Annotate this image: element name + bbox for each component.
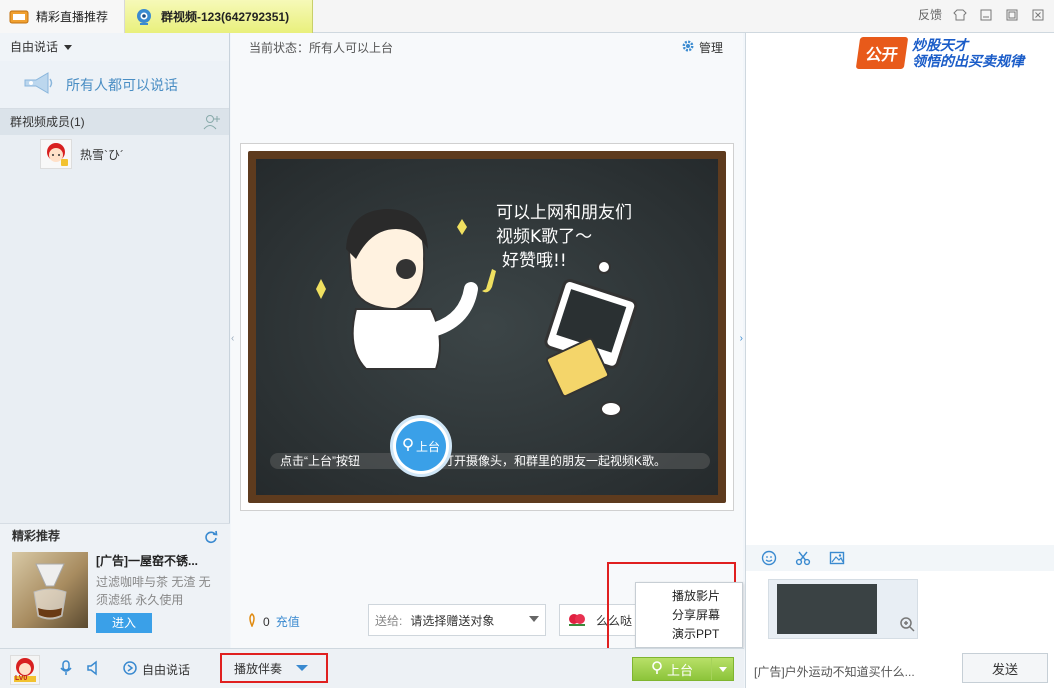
zoom-icon[interactable] xyxy=(899,616,915,635)
gift-to-label: 送给: xyxy=(375,612,402,629)
manage-button[interactable]: 管理 xyxy=(681,39,723,56)
member-name: 热雪`ひ´ xyxy=(80,146,124,163)
stage-button[interactable]: 上台 xyxy=(632,657,734,681)
flower-count: 0 xyxy=(263,615,270,629)
add-member-icon[interactable] xyxy=(203,113,221,131)
talk-mode-label: 自由说话 xyxy=(10,40,58,54)
member-item[interactable]: 热雪`ひ´ xyxy=(0,135,229,173)
live-recommend-icon xyxy=(8,8,30,26)
screenshot-thumbnail[interactable] xyxy=(768,579,918,639)
gift-recipient-value: 请选择赠送对象 xyxy=(410,612,494,629)
free-talk-button[interactable]: 自由说话 xyxy=(122,660,190,679)
manage-label: 管理 xyxy=(699,39,723,56)
image-icon[interactable] xyxy=(828,549,846,567)
recommend-section: 精彩推荐 [广告]一屋窑不锈... 过滤咖啡与茶 无渣 无须滤纸 永久使用 进入 xyxy=(0,523,230,648)
banner-line: 炒股天才 xyxy=(912,37,1024,53)
chalk-message: 可以上网和朋友们 视频K歌了～ 好赞哦!! xyxy=(496,201,632,273)
enter-button[interactable]: 进入 xyxy=(96,613,152,633)
video-stage: 当前状态：所有人可以上台 管理 ‹ › xyxy=(231,33,743,648)
close-icon[interactable] xyxy=(1030,7,1046,23)
free-talk-icon xyxy=(122,660,138,679)
menu-item-present-ppt[interactable]: 演示PPT xyxy=(636,625,742,644)
mic-icon xyxy=(402,438,414,455)
flower-icon xyxy=(247,613,257,630)
hint-text-pre: 点击“上台”按钮 xyxy=(270,452,360,469)
level-badge: LV0 xyxy=(15,675,27,682)
avatar xyxy=(40,139,72,169)
banner-line: 领悟的出买卖规律 xyxy=(912,53,1024,69)
chevron-down-icon xyxy=(529,616,539,622)
current-status: 当前状态：所有人可以上台 xyxy=(249,39,393,56)
tab-group-video[interactable]: 群视频-123(642792351) xyxy=(125,0,313,33)
recommend-header: 精彩推荐 xyxy=(0,524,230,548)
stock-ad-banner[interactable]: 公开 炒股天才 领悟的出买卖规律 xyxy=(858,35,1052,71)
stage-options-menu: 播放影片 分享屏幕 演示PPT xyxy=(635,582,743,648)
free-talk-status: 所有人都可以说话 xyxy=(0,61,229,109)
intro-board: 可以上网和朋友们 视频K歌了～ 好赞哦!! 点击“上台”按钮 ，打开摄像头，和群… xyxy=(240,143,734,511)
bottom-toolbar: LV0 自由说话 播放伴奏 上台 xyxy=(0,648,744,688)
send-button[interactable]: 发送 xyxy=(962,653,1048,683)
free-talk-text: 所有人都可以说话 xyxy=(66,75,178,95)
megaphone-icon xyxy=(22,70,56,99)
microphone-icon[interactable] xyxy=(58,660,74,676)
menu-item-share-screen[interactable]: 分享屏幕 xyxy=(636,606,742,625)
chalk-line: 视频K歌了～ xyxy=(496,225,632,249)
stage-options-toggle[interactable] xyxy=(711,658,733,680)
banner-logo: 公开 xyxy=(856,37,908,69)
members-header-label: 群视频成员(1) xyxy=(10,115,85,129)
chevron-down-icon xyxy=(719,667,727,672)
collapse-left-icon[interactable]: ‹ xyxy=(231,333,234,344)
speaker-icon[interactable] xyxy=(86,660,102,676)
tab-live-recommend[interactable]: 精彩直播推荐 xyxy=(0,0,125,33)
play-accompaniment-button[interactable]: 播放伴奏 xyxy=(220,653,328,683)
accompaniment-label: 播放伴奏 xyxy=(234,660,282,677)
window-controls: 反馈 xyxy=(918,6,1046,23)
karaoke-illustration xyxy=(256,159,716,495)
chat-panel: 公开 炒股天才 领悟的出买卖规律 [广告]户外运动不知道买什么... 发送 xyxy=(745,33,1054,688)
feedback-link[interactable]: 反馈 xyxy=(918,6,942,23)
chevron-down-icon xyxy=(64,45,72,50)
ad-image[interactable] xyxy=(12,552,88,628)
free-talk-label: 自由说话 xyxy=(142,661,190,678)
emoji-icon[interactable] xyxy=(760,549,778,567)
left-panel: 自由说话 所有人都可以说话 群视频成员(1) 热雪`ひ´ 精彩推荐 xyxy=(0,33,230,648)
stage-hint: 点击“上台”按钮 ，打开摄像头，和群里的朋友一起视频K歌。 xyxy=(270,447,710,473)
recommend-title: 精彩推荐 xyxy=(12,529,60,543)
mic-icon xyxy=(651,661,663,678)
scissors-icon[interactable] xyxy=(794,549,812,567)
gift-recipient-select[interactable]: 送给: 请选择赠送对象 xyxy=(368,604,546,636)
chalk-line: 好赞哦!! xyxy=(496,249,632,273)
rose-icon xyxy=(566,611,588,630)
skin-icon[interactable] xyxy=(952,7,968,23)
tab-label: 精彩直播推荐 xyxy=(36,8,108,25)
stage-hint-label: 上台 xyxy=(416,438,440,455)
my-avatar[interactable]: LV0 xyxy=(10,655,40,685)
members-header: 群视频成员(1) xyxy=(0,109,229,135)
chalk-line: 可以上网和朋友们 xyxy=(496,201,632,225)
ad-title[interactable]: [广告]一屋窑不锈... xyxy=(96,552,216,569)
chalkboard: 可以上网和朋友们 视频K歌了～ 好赞哦!! 点击“上台”按钮 ，打开摄像头，和群… xyxy=(256,159,718,495)
maximize-icon[interactable] xyxy=(1004,7,1020,23)
recharge-link[interactable]: 充值 xyxy=(276,613,300,630)
stage-hint-button[interactable]: 上台 xyxy=(390,415,452,477)
refresh-icon[interactable] xyxy=(204,528,218,552)
ad-description: 过滤咖啡与茶 无渣 无须滤纸 永久使用 xyxy=(96,573,216,609)
gear-icon xyxy=(681,39,695,56)
talk-mode-dropdown[interactable]: 自由说话 xyxy=(0,33,229,61)
title-bar: 精彩直播推荐 群视频-123(642792351) 反馈 xyxy=(0,0,1054,33)
webcam-icon xyxy=(133,8,155,26)
menu-item-play-movie[interactable]: 播放影片 xyxy=(636,587,742,606)
charge-area: 0 充值 xyxy=(247,613,300,630)
collapse-right-icon[interactable]: › xyxy=(740,333,743,344)
minimize-icon[interactable] xyxy=(978,7,994,23)
recommend-ad[interactable]: [广告]一屋窑不锈... 过滤咖啡与茶 无渣 无须滤纸 永久使用 进入 xyxy=(0,548,230,637)
chevron-down-icon xyxy=(296,665,308,671)
tab-label: 群视频-123(642792351) xyxy=(161,8,289,25)
stage-button-label: 上台 xyxy=(667,660,693,679)
chat-ad-link[interactable]: [广告]户外运动不知道买什么... xyxy=(754,663,915,680)
chat-toolbar xyxy=(746,545,1054,571)
